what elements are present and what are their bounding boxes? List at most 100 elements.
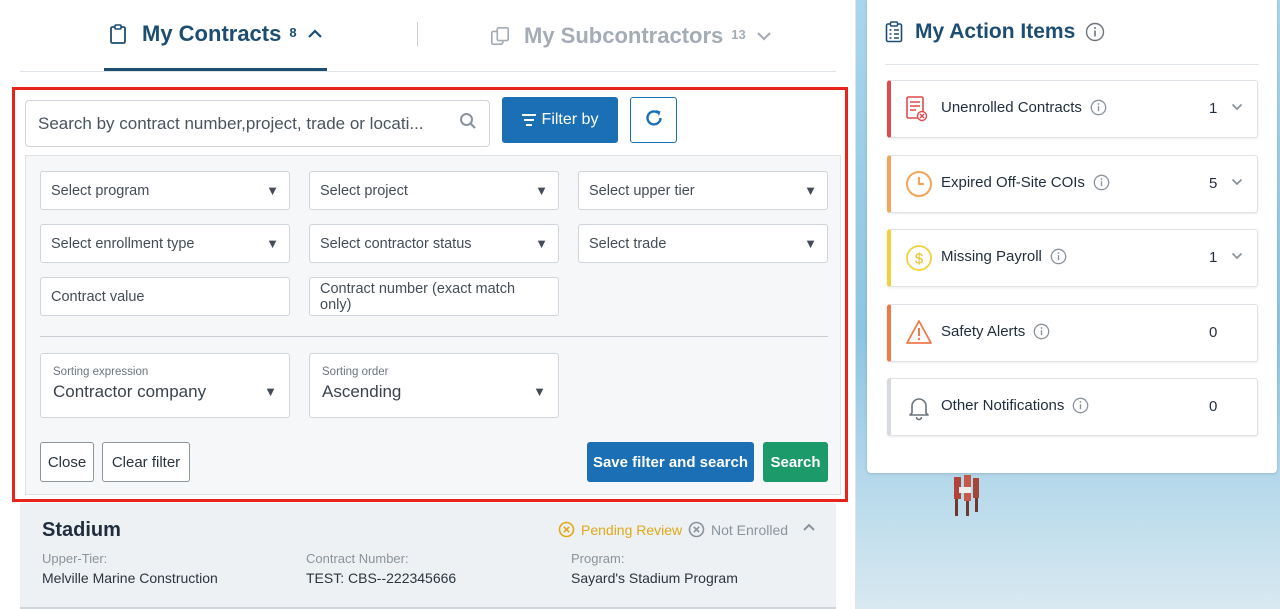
contract-number-placeholder: Contract number (exact match only) bbox=[320, 280, 516, 313]
warning-triangle-icon bbox=[905, 319, 933, 345]
action-items-title: My Action Items bbox=[915, 20, 1076, 43]
chevron-down-icon[interactable] bbox=[1231, 178, 1243, 186]
tab-my-contracts-count: 8 bbox=[289, 24, 297, 40]
contract-card[interactable]: Stadium Pending Review Not Enrolled Uppe… bbox=[20, 503, 836, 609]
clipboard-icon bbox=[108, 23, 128, 45]
action-items-divider bbox=[885, 64, 1259, 65]
info-icon[interactable] bbox=[1050, 248, 1067, 265]
program-label: Program: bbox=[571, 551, 625, 566]
filter-lines-icon bbox=[521, 114, 536, 126]
status-pending-label: Pending Review bbox=[581, 521, 683, 538]
project-select[interactable]: Select project ▼ bbox=[309, 171, 559, 210]
dollar-coin-icon: $ bbox=[905, 244, 933, 272]
info-icon[interactable] bbox=[1090, 99, 1107, 116]
action-item-label: Other Notifications bbox=[941, 397, 1065, 414]
action-item-count: 0 bbox=[1209, 324, 1218, 341]
sorting-expression-label: Sorting expression bbox=[53, 366, 149, 378]
contract-number-field[interactable]: Contract number (exact match only) bbox=[309, 277, 559, 316]
contract-value-placeholder: Contract value bbox=[51, 288, 145, 305]
chevron-down-icon[interactable] bbox=[1231, 252, 1243, 260]
action-item-missing-payroll[interactable]: $ Missing Payroll 1 bbox=[887, 229, 1258, 287]
tab-my-subcontractors-count: 13 bbox=[731, 26, 746, 42]
sorting-expression-value: Contractor company bbox=[53, 382, 207, 401]
sorting-order-label: Sorting order bbox=[322, 366, 389, 378]
contractor-status-select-label: Select contractor status bbox=[320, 235, 472, 252]
trade-select[interactable]: Select trade ▼ bbox=[578, 224, 828, 263]
enrollment-type-select-label: Select enrollment type bbox=[51, 235, 195, 252]
caret-down-icon: ▼ bbox=[264, 384, 277, 399]
svg-text:$: $ bbox=[915, 251, 924, 268]
pending-x-circle-icon bbox=[558, 521, 575, 538]
search-button[interactable]: Search bbox=[763, 442, 828, 482]
contractor-status-select[interactable]: Select contractor status ▼ bbox=[309, 224, 559, 263]
clear-filter-button[interactable]: Clear filter bbox=[102, 442, 190, 482]
program-meta: Program: Sayard's Stadium Program bbox=[571, 551, 738, 586]
action-item-row: Other Notifications bbox=[941, 397, 1089, 414]
action-item-row: Safety Alerts bbox=[941, 323, 1050, 340]
chevron-up-icon bbox=[307, 29, 323, 39]
caret-down-icon: ▼ bbox=[804, 236, 817, 251]
action-items-heading: My Action Items bbox=[885, 20, 1105, 44]
close-button[interactable]: Close bbox=[40, 442, 94, 482]
upper-tier-label: Upper-Tier: bbox=[42, 551, 108, 566]
info-icon[interactable] bbox=[1033, 323, 1050, 340]
contract-value-field[interactable]: Contract value bbox=[40, 277, 290, 316]
action-item-other-notifications[interactable]: Other Notifications 0 bbox=[887, 378, 1258, 436]
search-input[interactable] bbox=[38, 113, 459, 134]
caret-down-icon: ▼ bbox=[266, 183, 279, 198]
action-item-label: Unenrolled Contracts bbox=[941, 99, 1082, 116]
refresh-button[interactable] bbox=[630, 97, 677, 143]
program-select[interactable]: Select program ▼ bbox=[40, 171, 290, 210]
info-icon[interactable] bbox=[1085, 22, 1105, 42]
checklist-icon bbox=[885, 21, 903, 43]
action-item-expired-off-site-cois[interactable]: Expired Off-Site COIs 5 bbox=[887, 155, 1258, 213]
clock-icon bbox=[905, 170, 933, 198]
save-filter-and-search-button[interactable]: Save filter and search bbox=[587, 442, 754, 482]
contract-number-value: TEST: CBS--222345666 bbox=[306, 570, 457, 586]
tab-my-subcontractors-label: My Subcontractors bbox=[524, 23, 724, 48]
action-item-count: 0 bbox=[1209, 398, 1218, 415]
sorting-order-value: Ascending bbox=[322, 382, 402, 401]
filter-section: Filter by Select program ▼ Select projec… bbox=[12, 87, 848, 502]
filter-panel: Select program ▼ Select project ▼ Select… bbox=[25, 155, 841, 495]
status-not-enrolled: Not Enrolled bbox=[688, 521, 788, 538]
action-item-label: Missing Payroll bbox=[941, 248, 1042, 265]
contract-number-label: Contract Number: bbox=[306, 551, 409, 566]
search-box bbox=[25, 100, 490, 147]
caret-down-icon: ▼ bbox=[804, 183, 817, 198]
filter-by-button[interactable]: Filter by bbox=[502, 97, 618, 143]
caret-down-icon: ▼ bbox=[266, 236, 279, 251]
enrollment-type-select[interactable]: Select enrollment type ▼ bbox=[40, 224, 290, 263]
status-not-enrolled-label: Not Enrolled bbox=[711, 521, 789, 538]
info-icon[interactable] bbox=[1093, 174, 1110, 191]
background-people-figure bbox=[946, 473, 988, 518]
action-item-unenrolled-contracts[interactable]: Unenrolled Contracts 1 bbox=[887, 80, 1258, 138]
action-item-row: Expired Off-Site COIs bbox=[941, 174, 1110, 191]
not-enrolled-x-circle-icon bbox=[688, 521, 705, 538]
tab-my-contracts[interactable]: My Contracts 8 bbox=[104, 0, 327, 71]
action-items-panel: My Action Items Unenrolled Contracts 1 E… bbox=[867, 0, 1277, 473]
contract-number-meta: Contract Number: TEST: CBS--222345666 bbox=[306, 551, 456, 586]
upper-tier-select-label: Select upper tier bbox=[589, 182, 695, 199]
info-icon[interactable] bbox=[1072, 397, 1089, 414]
search-icon[interactable] bbox=[459, 112, 477, 135]
action-item-count: 1 bbox=[1209, 249, 1218, 266]
upper-tier-select[interactable]: Select upper tier ▼ bbox=[578, 171, 828, 210]
status-pending-review: Pending Review bbox=[558, 521, 682, 538]
filter-divider bbox=[40, 336, 828, 337]
chevron-up-icon[interactable] bbox=[802, 523, 816, 532]
action-item-safety-alerts[interactable]: Safety Alerts 0 bbox=[887, 304, 1258, 362]
sorting-expression-select[interactable]: Sorting expression Contractor company ▼ bbox=[40, 353, 290, 418]
action-item-count: 5 bbox=[1209, 175, 1218, 192]
chevron-down-icon[interactable] bbox=[1231, 103, 1243, 111]
tab-my-subcontractors[interactable]: My Subcontractors 13 bbox=[490, 0, 772, 72]
contract-x-icon bbox=[905, 95, 929, 123]
sorting-order-select[interactable]: Sorting order Ascending ▼ bbox=[309, 353, 559, 418]
tab-divider bbox=[417, 22, 418, 46]
caret-down-icon: ▼ bbox=[535, 236, 548, 251]
program-select-label: Select program bbox=[51, 182, 150, 199]
action-item-count: 1 bbox=[1209, 100, 1218, 117]
documents-icon bbox=[490, 25, 510, 47]
caret-down-icon: ▼ bbox=[533, 384, 546, 399]
tab-bar: My Contracts 8 My Subcontractors 13 bbox=[20, 0, 836, 72]
